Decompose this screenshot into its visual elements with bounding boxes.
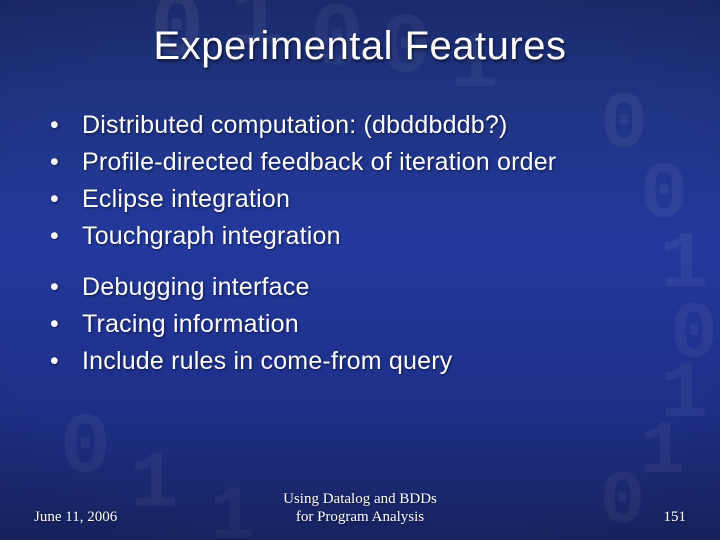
list-item: Tracing information <box>40 307 690 342</box>
footer-page-number: 151 <box>486 509 686 526</box>
footer-date: June 11, 2006 <box>34 509 234 526</box>
list-item: Touchgraph integration <box>40 219 690 254</box>
footer-title-line1: Using Datalog and BDDs <box>283 491 437 507</box>
list-gap <box>40 256 690 270</box>
list-item: Eclipse integration <box>40 182 690 217</box>
footer-title-line2: for Program Analysis <box>296 509 424 525</box>
list-item: Profile-directed feedback of iteration o… <box>40 145 690 180</box>
slide-footer: June 11, 2006 Using Datalog and BDDs for… <box>0 490 720 526</box>
list-item: Include rules in come-from query <box>40 344 690 379</box>
slide: 010010010110011 Experimental Features Di… <box>0 0 720 540</box>
footer-title: Using Datalog and BDDs for Program Analy… <box>234 490 486 526</box>
list-item: Debugging interface <box>40 270 690 305</box>
list-item: Distributed computation: (dbddbddb?) <box>40 108 690 143</box>
slide-title: Experimental Features <box>0 24 720 69</box>
bullet-list: Distributed computation: (dbddbddb?) Pro… <box>40 108 690 381</box>
